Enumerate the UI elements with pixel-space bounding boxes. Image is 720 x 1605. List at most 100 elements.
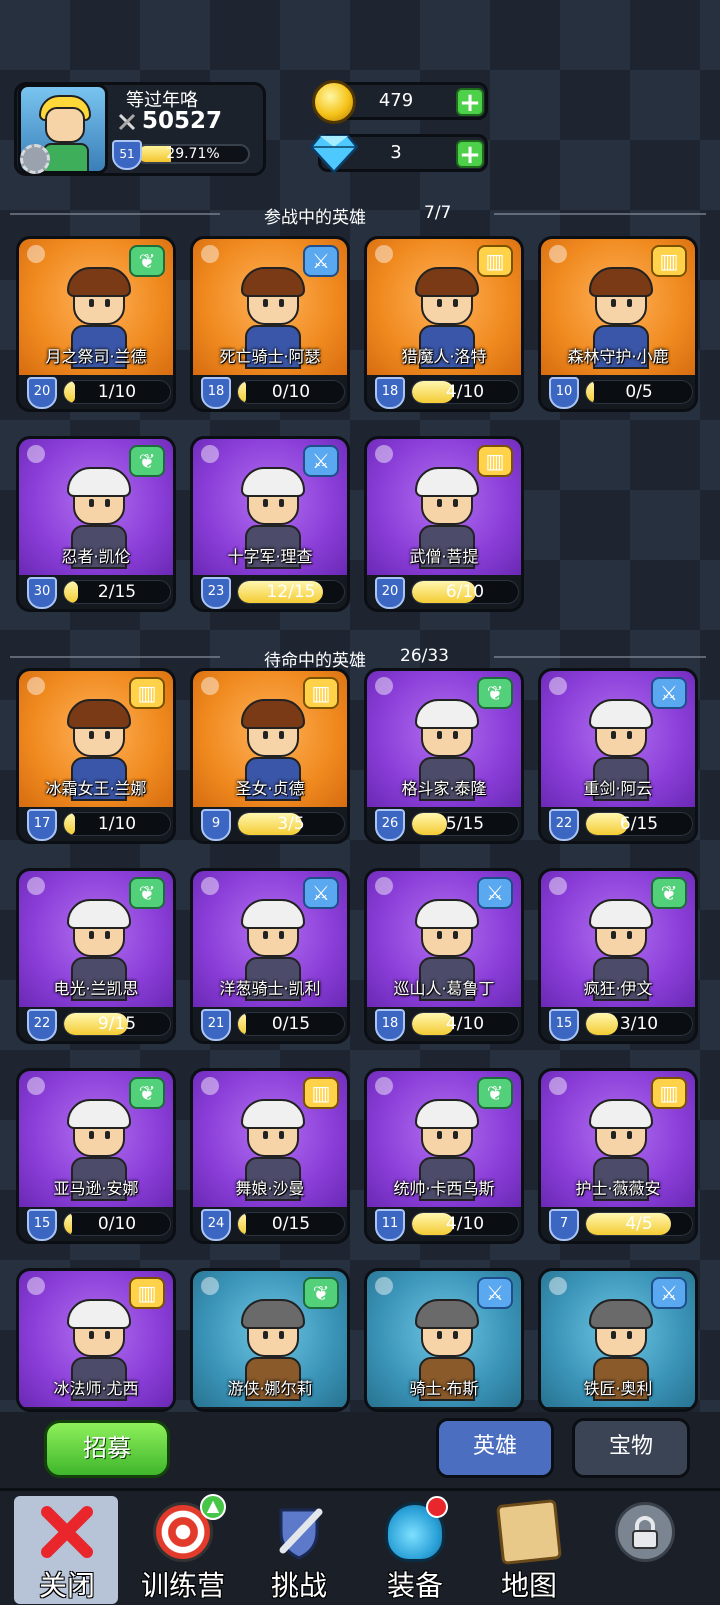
hero-card[interactable]: ▥ 猎魔人·洛特 18 4/10 [364,236,524,412]
hero-card[interactable]: ❦ 亚马逊·安娜 15 0/10 [16,1068,176,1244]
xp-bar: 29.71% [136,144,250,164]
book-icon: ▥ [303,1077,339,1109]
hero-card[interactable]: ⚔ 死亡骑士·阿瑟 18 0/10 [190,236,350,412]
hero-card[interactable]: ⚔ 重剑·阿云 22 6/15 [538,668,698,844]
shard-progress-text: 0/10 [271,382,311,402]
shard-progress-bar: 0/15 [237,1012,345,1036]
card-shine [27,877,45,895]
add-gold-button[interactable]: + [456,88,484,116]
book-icon: ▥ [477,445,513,477]
nav-equipment[interactable]: 装备 [360,1494,470,1602]
hero-name: 疯狂·伊文 [583,979,653,998]
hero-name: 统帅·卡西乌斯 [393,1179,495,1198]
shard-progress-text: 2/15 [97,582,137,602]
hero-card[interactable]: ⚔ 十字军·理查 23 12/15 [190,436,350,612]
hero-name: 冰霜女王·兰娜 [45,779,147,798]
nav-close-label: 关闭 [38,1569,95,1602]
hero-name: 骑士·布斯 [409,1379,479,1398]
hero-card[interactable]: ▥ 护士·薇薇安 7 4/5 [538,1068,698,1244]
hero-card[interactable]: ⚔ 洋葱骑士·凯利 21 0/15 [190,868,350,1044]
nav-locked[interactable] [590,1494,700,1602]
sword-icon: ⚔ [303,245,339,277]
hero-name: 亚马逊·安娜 [53,1179,139,1198]
hero-card[interactable]: ❦ 电光·兰凯思 22 9/15 [16,868,176,1044]
hero-name: 忍者·凯伦 [61,547,131,566]
sword-icon: ⚔ [651,1277,687,1309]
hero-name: 巡山人·葛鲁丁 [393,979,495,998]
shard-progress-text: 4/10 [445,1014,485,1034]
power-swords-icon [118,113,136,131]
shard-progress-text: 3/10 [619,1014,659,1034]
hero-card[interactable]: ▥ 冰法师·尤西 [16,1268,176,1412]
shard-progress-text: 0/10 [97,1214,137,1234]
nav-map-label: 地图 [500,1569,557,1602]
nav-challenge[interactable]: 挑战 [244,1494,354,1602]
hero-card[interactable]: ⚔ 骑士·布斯 [364,1268,524,1412]
sword-icon: ⚔ [303,877,339,909]
card-shine [549,1077,567,1095]
hero-card[interactable]: ⚔ 铁匠·奥利 [538,1268,698,1412]
divider-line [494,213,706,215]
hero-name: 洋葱骑士·凯利 [219,979,321,998]
card-shine [375,245,393,263]
hero-card[interactable]: ▥ 森林守护·小鹿 10 0/5 [538,236,698,412]
hero-card[interactable]: ❦ 疯狂·伊文 15 3/10 [538,868,698,1044]
nav-training-label: 训练营 [140,1569,225,1602]
card-shine [201,1277,219,1295]
recruit-button[interactable]: 招募 [44,1420,170,1478]
shard-progress-text: 4/10 [445,382,485,402]
book-icon: ▥ [477,245,513,277]
hero-card[interactable]: ▥ 舞娘·沙曼 24 0/15 [190,1068,350,1244]
shard-progress-bar: 0/10 [63,1212,171,1236]
nav-close[interactable]: 关闭 [12,1494,122,1602]
sword-icon: ⚔ [477,1277,513,1309]
hero-level-shield: 9 [201,809,231,841]
tab-heroes[interactable]: 英雄 [436,1418,554,1478]
shard-progress-bar: 5/15 [411,812,519,836]
hero-name: 格斗家·泰隆 [401,779,487,798]
notification-dot-icon [426,1496,448,1518]
hero-name: 铁匠·奥利 [583,1379,653,1398]
wing-icon: ❦ [129,445,165,477]
treasure-map-icon [496,1499,562,1565]
hero-name: 游侠·娜尔莉 [227,1379,313,1398]
hero-level-shield: 15 [27,1209,57,1241]
standby-heroes-count: 26/33 [400,646,449,666]
shard-progress-bar: 0/10 [237,380,345,404]
shard-progress-bar: 6/15 [585,812,693,836]
player-power: 50527 [142,108,223,134]
hero-card[interactable]: ❦ 忍者·凯伦 30 2/15 [16,436,176,612]
hero-card[interactable]: ❦ 月之祭司·兰德 20 1/10 [16,236,176,412]
settings-gear-icon[interactable] [20,144,50,174]
add-gems-button[interactable]: + [456,140,484,168]
shard-progress-text: 0/15 [271,1214,311,1234]
hero-card[interactable]: ▥ 冰霜女王·兰娜 17 1/10 [16,668,176,844]
hero-card[interactable]: ⚔ 巡山人·葛鲁丁 18 4/10 [364,868,524,1044]
card-shine [549,245,567,263]
nav-map[interactable]: 地图 [474,1494,584,1602]
shard-progress-bar: 3/10 [585,1012,693,1036]
shard-progress-bar: 6/10 [411,580,519,604]
hero-card[interactable]: ❦ 游侠·娜尔莉 [190,1268,350,1412]
shard-progress-text: 5/15 [445,814,485,834]
hero-level-shield: 10 [549,377,579,409]
hero-card[interactable]: ▥ 圣女·贞德 9 3/5 [190,668,350,844]
hero-card[interactable]: ❦ 格斗家·泰隆 26 5/15 [364,668,524,844]
hero-level-shield: 30 [27,577,57,609]
card-shine [27,1077,45,1095]
wing-icon: ❦ [477,677,513,709]
hero-name: 舞娘·沙曼 [235,1179,305,1198]
tab-treasure[interactable]: 宝物 [572,1418,690,1478]
card-shine [375,877,393,895]
shard-progress-text: 4/10 [445,1214,485,1234]
nav-training[interactable]: ▲ 训练营 [128,1494,238,1602]
divider-line [10,656,220,658]
shard-progress-bar: 0/5 [585,380,693,404]
hero-card[interactable]: ▥ 武僧·菩提 20 6/10 [364,436,524,612]
sword-icon: ⚔ [477,877,513,909]
hero-card[interactable]: ❦ 统帅·卡西乌斯 11 4/10 [364,1068,524,1244]
nav-equipment-label: 装备 [386,1569,443,1602]
shard-progress-text: 12/15 [266,582,316,602]
card-shine [549,1277,567,1295]
card-shine [27,677,45,695]
